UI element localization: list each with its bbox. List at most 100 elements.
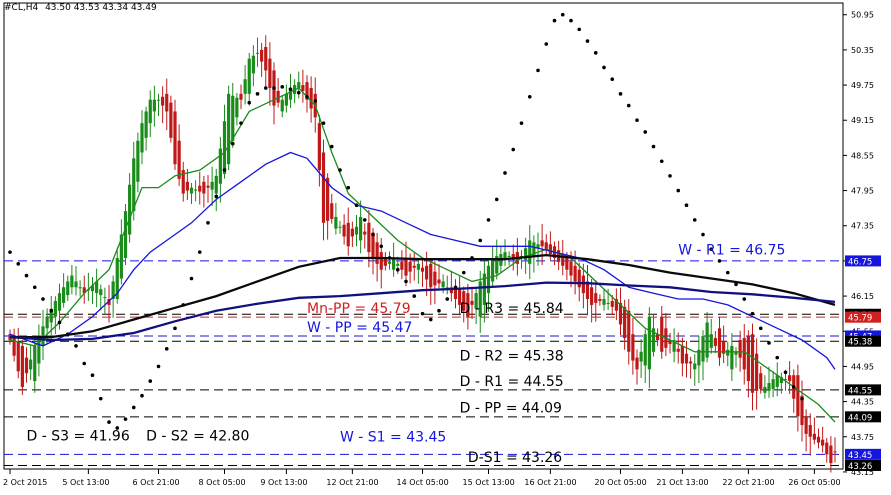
candle-body bbox=[829, 445, 833, 464]
candle-body bbox=[255, 52, 260, 54]
candle-body bbox=[804, 416, 808, 434]
sar-dot bbox=[717, 259, 722, 263]
sar-dot bbox=[486, 218, 491, 222]
sar-dot bbox=[346, 185, 351, 190]
candle-body bbox=[152, 99, 156, 112]
candle-body bbox=[354, 226, 359, 235]
candle-body bbox=[57, 293, 62, 311]
candle-body bbox=[503, 252, 507, 258]
candle-body bbox=[260, 49, 264, 62]
candle-body bbox=[363, 231, 367, 235]
sar-dot bbox=[767, 341, 771, 345]
candle-body bbox=[165, 93, 169, 112]
sar-dot bbox=[57, 320, 62, 325]
candle-body bbox=[45, 316, 49, 329]
level-label: D - S3 = 41.96 bbox=[27, 428, 130, 444]
candle-body bbox=[62, 287, 66, 303]
candle-body bbox=[408, 261, 412, 272]
sar-dot bbox=[321, 121, 326, 125]
price-box-label: 43.26 bbox=[848, 462, 872, 472]
candle-body bbox=[623, 306, 627, 339]
sar-dot bbox=[32, 285, 37, 290]
candle-body bbox=[441, 281, 445, 288]
candle-body bbox=[173, 111, 177, 165]
candle-body bbox=[606, 302, 610, 304]
y-tick-label: 49.75 bbox=[851, 81, 874, 90]
candle-body bbox=[581, 275, 585, 294]
sar-dot bbox=[585, 39, 590, 43]
sar-dot bbox=[338, 168, 342, 172]
candle-body bbox=[280, 99, 284, 112]
x-tick-label: 2 Oct 2015 bbox=[3, 478, 47, 487]
sar-dot bbox=[503, 171, 507, 175]
candle-body bbox=[812, 433, 816, 440]
candle-body bbox=[214, 175, 218, 194]
y-tick-label: 47.95 bbox=[851, 187, 874, 196]
candle-body bbox=[185, 181, 189, 191]
candle-body bbox=[742, 338, 746, 370]
candle-body bbox=[309, 87, 313, 109]
candle-body bbox=[602, 299, 606, 305]
sar-dot bbox=[371, 232, 375, 237]
candle-body bbox=[375, 242, 379, 264]
sar-dot bbox=[41, 297, 45, 301]
sar-dot bbox=[511, 147, 516, 152]
candle-body bbox=[420, 267, 425, 272]
candle-body bbox=[701, 336, 705, 362]
sar-dot bbox=[536, 68, 540, 73]
level-label: D - R2 = 45.38 bbox=[460, 349, 564, 365]
sar-dot bbox=[618, 92, 623, 96]
candle-body bbox=[569, 261, 573, 276]
x-tick-label: 14 Oct 05:00 bbox=[397, 478, 449, 487]
sar-dot bbox=[98, 396, 103, 401]
sar-dot bbox=[90, 373, 95, 378]
candle-body bbox=[689, 361, 693, 364]
sar-dot bbox=[156, 364, 161, 369]
x-tick-label: 22 Oct 21:00 bbox=[722, 478, 774, 487]
sar-dot bbox=[131, 405, 136, 410]
candle-body bbox=[528, 240, 532, 264]
candle-body bbox=[74, 281, 78, 288]
candle-body bbox=[264, 46, 268, 71]
sar-dot bbox=[74, 344, 78, 348]
candle-body bbox=[387, 261, 392, 264]
price-chart[interactable]: W - R1 = 46.75 Mn-PP = 45.79 D - R3 = 45.8… bbox=[0, 0, 891, 491]
sar-dot bbox=[197, 250, 202, 254]
sar-dot bbox=[206, 221, 210, 225]
sar-dot bbox=[494, 197, 499, 202]
candle-body bbox=[437, 279, 441, 284]
level-label: Mn-PP = 45.79 bbox=[307, 301, 411, 317]
candle-body bbox=[429, 263, 433, 288]
sar-dot bbox=[560, 12, 565, 17]
x-tick-label: 12 Oct 21:00 bbox=[326, 478, 378, 487]
x-tick-label: 21 Oct 13:00 bbox=[656, 478, 708, 487]
candle-body bbox=[507, 256, 511, 258]
sar-dot bbox=[602, 65, 606, 70]
candle-body bbox=[132, 158, 136, 212]
candle-body bbox=[53, 300, 57, 317]
candle-body bbox=[247, 58, 251, 94]
candle-body bbox=[16, 341, 20, 372]
candle-body bbox=[796, 375, 800, 417]
candle-body bbox=[631, 334, 635, 361]
sar-dot bbox=[445, 297, 450, 301]
candle-body bbox=[342, 224, 346, 237]
sar-dot bbox=[140, 393, 144, 398]
candle-body bbox=[29, 359, 33, 370]
candle-body bbox=[284, 93, 288, 106]
candle-body bbox=[647, 316, 651, 370]
sar-dot bbox=[643, 130, 648, 134]
candle-body bbox=[222, 121, 227, 174]
candle-body bbox=[763, 386, 767, 393]
y-tick-label: 47.35 bbox=[851, 222, 874, 231]
sar-dot bbox=[783, 370, 788, 375]
sar-dot bbox=[577, 27, 582, 32]
sar-dot bbox=[725, 270, 730, 275]
candle-body bbox=[730, 345, 734, 370]
candle-body bbox=[709, 334, 713, 348]
sar-dot bbox=[107, 420, 111, 424]
level-label: W - PP = 45.47 bbox=[307, 320, 412, 336]
sar-dot bbox=[247, 100, 252, 105]
candle-body bbox=[639, 351, 643, 362]
sar-dot bbox=[659, 159, 664, 164]
